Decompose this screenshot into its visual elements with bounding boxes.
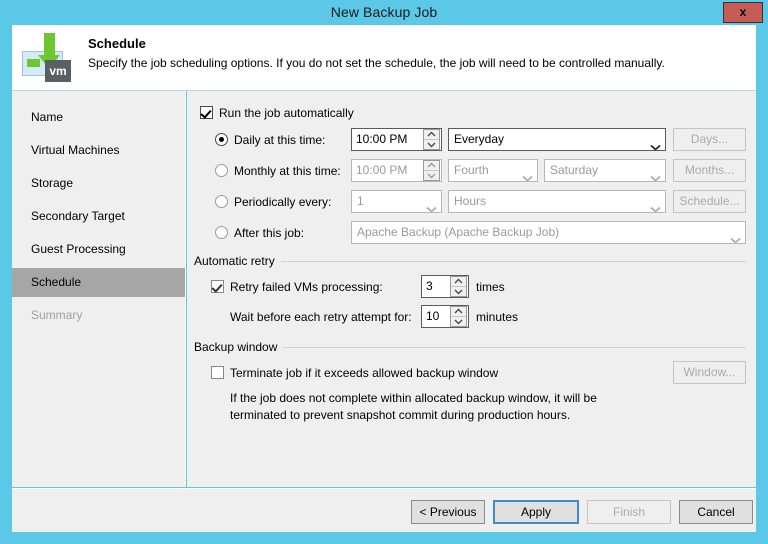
sidebar-item-guest-processing[interactable]: Guest Processing (12, 235, 185, 264)
days-button[interactable]: Days... (673, 128, 746, 151)
chevron-down-icon (522, 168, 533, 175)
run-automatically-label: Run the job automatically (219, 106, 354, 120)
page-title: Schedule (88, 36, 146, 51)
window-button[interactable]: Window... (673, 361, 746, 384)
chevron-down-icon (730, 230, 741, 237)
after-this-job-label: After this job: (234, 226, 304, 240)
window-title: New Backup Job (0, 0, 768, 25)
retry-count-spinner[interactable] (450, 276, 467, 297)
wizard-steps-sidebar: Name Virtual Machines Storage Secondary … (12, 91, 186, 487)
periodically-unit-select[interactable]: Hours (448, 190, 666, 213)
run-automatically-checkbox[interactable] (200, 106, 213, 119)
periodically-interval-select[interactable]: 1 (351, 190, 442, 213)
page-subtitle: Specify the job scheduling options. If y… (88, 56, 665, 70)
terminate-job-checkbox[interactable] (211, 366, 224, 379)
monthly-week-value: Fourth (454, 163, 489, 177)
daily-time-spinner[interactable] (423, 129, 440, 150)
daily-label: Daily at this time: (234, 133, 325, 147)
daily-recurrence-select[interactable]: Everyday (448, 128, 666, 151)
chevron-down-icon (650, 137, 661, 144)
periodically-label: Periodically every: (234, 195, 331, 209)
monthly-label: Monthly at this time: (234, 164, 341, 178)
periodically-unit-value: Hours (454, 194, 486, 208)
after-this-job-value: Apache Backup (Apache Backup Job) (357, 225, 559, 239)
backup-window-description: If the job does not complete within allo… (230, 390, 660, 424)
monthly-week-select[interactable]: Fourth (448, 159, 538, 182)
automatic-retry-group-title: Automatic retry (194, 254, 281, 268)
sidebar-item-summary[interactable]: Summary (12, 301, 185, 330)
terminate-job-label: Terminate job if it exceeds allowed back… (230, 366, 498, 380)
after-this-job-radio[interactable] (215, 226, 228, 239)
title-bar: New Backup Job x (0, 0, 768, 25)
retry-count-unit-label: times (476, 280, 505, 294)
periodically-interval-value: 1 (357, 194, 364, 208)
retry-failed-vms-label: Retry failed VMs processing: (230, 280, 383, 294)
wait-minutes-unit-label: minutes (476, 310, 518, 324)
sidebar-item-storage[interactable]: Storage (12, 169, 185, 198)
monthly-day-select[interactable]: Saturday (544, 159, 666, 182)
close-button[interactable]: x (723, 2, 763, 23)
apply-button[interactable]: Apply (493, 500, 579, 524)
finish-button[interactable]: Finish (587, 500, 671, 524)
wait-before-retry-label: Wait before each retry attempt for: (230, 310, 412, 324)
after-this-job-select[interactable]: Apache Backup (Apache Backup Job) (351, 221, 746, 244)
sidebar-item-secondary-target[interactable]: Secondary Target (12, 202, 185, 231)
cancel-button[interactable]: Cancel (679, 500, 753, 524)
backup-window-description-line2: terminated to prevent snapshot commit du… (230, 407, 660, 424)
chevron-down-icon (650, 168, 661, 175)
chevron-down-icon (650, 199, 661, 206)
sidebar-item-name[interactable]: Name (12, 103, 185, 132)
dialog-window: New Backup Job x vm Schedule Specify the… (0, 0, 768, 544)
monthly-time-spinner[interactable] (423, 160, 440, 181)
chevron-down-icon (426, 199, 437, 206)
months-button[interactable]: Months... (673, 159, 746, 182)
retry-failed-vms-checkbox[interactable] (211, 280, 224, 293)
wait-minutes-spinner[interactable] (450, 306, 467, 327)
daily-recurrence-value: Everyday (454, 132, 504, 146)
backup-window-description-line1: If the job does not complete within allo… (230, 390, 660, 407)
previous-button[interactable]: < Previous (411, 500, 485, 524)
backup-job-vm-icon: vm (21, 33, 75, 83)
dialog-footer: < Previous Apply Finish Cancel (12, 488, 756, 532)
monthly-day-value: Saturday (550, 163, 598, 177)
vm-badge-label: vm (45, 60, 71, 82)
schedule-button[interactable]: Schedule... (673, 190, 746, 213)
backup-window-group-title: Backup window (194, 340, 283, 354)
sidebar-item-schedule[interactable]: Schedule (12, 268, 185, 297)
schedule-settings-panel: Run the job automatically Daily at this … (187, 91, 756, 487)
wizard-header: vm Schedule Specify the job scheduling o… (12, 25, 756, 91)
daily-radio[interactable] (215, 133, 228, 146)
periodically-radio[interactable] (215, 195, 228, 208)
monthly-radio[interactable] (215, 164, 228, 177)
sidebar-item-virtual-machines[interactable]: Virtual Machines (12, 136, 185, 165)
